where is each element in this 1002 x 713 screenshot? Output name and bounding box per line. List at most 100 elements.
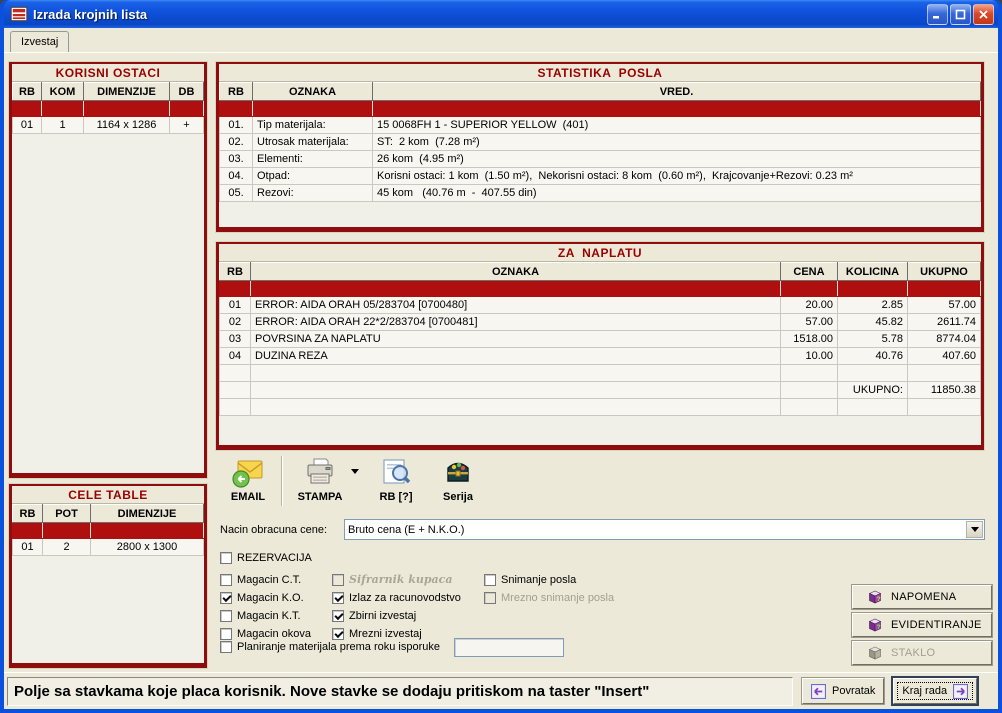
checkbox-box[interactable]: [220, 574, 232, 586]
panel-body-statistika: RBOZNAKAVRED. 01.Tip materijala:15 0068F…: [219, 82, 981, 227]
checkbox-zbirni-izvestaj[interactable]: Zbirni izvestaj: [332, 607, 461, 624]
column-header[interactable]: DIMENZIJE: [91, 505, 204, 523]
column-header[interactable]: UKUPNO: [908, 263, 981, 281]
table-row[interactable]: 04DUZINA REZA10.0040.76407.60: [220, 348, 981, 365]
selected-empty-row[interactable]: [220, 101, 981, 117]
serija-button[interactable]: Serija: [427, 453, 489, 503]
column-header[interactable]: KOM: [42, 83, 84, 101]
column-header[interactable]: DIMENZIJE: [84, 83, 170, 101]
checkbox-box[interactable]: [220, 592, 232, 604]
panel-korisni-ostaci: KORISNI OSTACI RBKOMDIMENZIJEDB 0111164 …: [8, 61, 208, 479]
book-question-icon: ?: [867, 617, 883, 633]
column-header[interactable]: RB: [220, 263, 251, 281]
table-row[interactable]: UKUPNO:11850.38: [220, 382, 981, 399]
evidentiranje-label: EVIDENTIRANJE: [891, 619, 982, 631]
checkbox-box[interactable]: [332, 592, 344, 604]
tab-izvestaj[interactable]: Izvestaj: [10, 31, 69, 52]
table-row[interactable]: 05.Rezovi:45 kom (40.76 m - 407.55 din): [220, 185, 981, 202]
column-header[interactable]: OZNAKA: [253, 83, 373, 101]
checkbox-label: Planiranje materijala prema roku isporuk…: [237, 641, 440, 653]
checkbox-label: Snimanje posla: [501, 574, 576, 586]
korisni-ostaci-table: RBKOMDIMENZIJEDB 0111164 x 1286+: [12, 82, 204, 134]
selected-empty-row[interactable]: [220, 281, 981, 297]
checkbox-magacin-c-t[interactable]: Magacin C.T.: [220, 571, 311, 588]
tab-strip: Izvestaj: [4, 28, 998, 52]
column-header[interactable]: CENA: [781, 263, 838, 281]
table-row[interactable]: [220, 365, 981, 382]
table-header-row: RBOZNAKACENAKOLICINAUKUPNO: [220, 263, 981, 281]
table-row[interactable]: 02.Utrosak materijala:ST: 2 kom (7.28 m²…: [220, 134, 981, 151]
toolbar: EMAIL STAMPA: [217, 453, 489, 513]
titlebar: Izrada krojnih lista: [4, 0, 998, 28]
document-zoom-icon: [379, 455, 413, 489]
checkbox-rezervacija[interactable]: REZERVACIJA: [220, 549, 312, 566]
column-header[interactable]: OZNAKA: [251, 263, 781, 281]
table-row[interactable]: [220, 399, 981, 416]
snimanje-group: Snimanje poslaMrezno snimanje posla: [484, 571, 614, 607]
rb-button[interactable]: RB [?]: [365, 453, 427, 503]
cele-table-table: RBPOTDIMENZIJE 0122800 x 1300: [12, 504, 204, 556]
napomena-button[interactable]: ? NAPOMENA: [852, 585, 992, 609]
book-gray-icon: [867, 645, 883, 661]
column-header[interactable]: RB: [13, 83, 42, 101]
column-header[interactable]: DB: [170, 83, 204, 101]
table-row[interactable]: 03.Elementi:26 kom (4.95 m²): [220, 151, 981, 168]
table-row[interactable]: 01ERROR: AIDA ORAH 05/283704 [0700480]20…: [220, 297, 981, 314]
checkbox-planiranje-materijala-prema-roku-isporuke[interactable]: Planiranje materijala prema roku isporuk…: [220, 639, 440, 656]
checkbox-label: Zbirni izvestaj: [349, 610, 416, 622]
column-header[interactable]: POT: [43, 505, 91, 523]
close-button[interactable]: [973, 4, 994, 25]
email-button[interactable]: EMAIL: [217, 453, 279, 503]
checkbox-box[interactable]: [220, 641, 232, 653]
svg-text:?: ?: [877, 624, 881, 631]
table-row[interactable]: 0111164 x 1286+: [13, 117, 204, 134]
stampa-button[interactable]: STAMPA: [289, 453, 351, 503]
panel-body-za-naplatu: RBOZNAKACENAKOLICINAUKUPNO 01ERROR: AIDA…: [219, 262, 981, 445]
table-row[interactable]: 03POVRSINA ZA NAPLATU1518.005.788774.04: [220, 331, 981, 348]
panel-body-korisni-ostaci: RBKOMDIMENZIJEDB 0111164 x 1286+: [12, 82, 204, 473]
table-row[interactable]: 0122800 x 1300: [13, 539, 204, 556]
za-naplatu-table: RBOZNAKACENAKOLICINAUKUPNO 01ERROR: AIDA…: [219, 262, 981, 416]
kraj-rada-label: Kraj rada: [902, 685, 947, 697]
svg-text:?: ?: [877, 596, 881, 603]
evidentiranje-button[interactable]: ? EVIDENTIRANJE: [852, 613, 992, 637]
selected-empty-row[interactable]: [13, 101, 204, 117]
kraj-rada-button[interactable]: Kraj rada: [893, 678, 977, 704]
staklo-button: STAKLO: [852, 641, 992, 665]
chest-icon: [441, 455, 475, 489]
selected-empty-row[interactable]: [13, 523, 204, 539]
checkbox-magacin-k-o[interactable]: Magacin K.O.: [220, 589, 311, 606]
statistika-table: RBOZNAKAVRED. 01.Tip materijala:15 0068F…: [219, 82, 981, 202]
column-header[interactable]: VRED.: [373, 83, 981, 101]
checkbox-izlaz-za-racunovodstvo[interactable]: Izlaz za racunovodstvo: [332, 589, 461, 606]
checkbox-box[interactable]: [220, 610, 232, 622]
panel-body-cele-table: RBPOTDIMENZIJE 0122800 x 1300: [12, 504, 204, 663]
printer-icon: [303, 455, 337, 489]
table-row[interactable]: 01.Tip materijala:15 0068FH 1 - SUPERIOR…: [220, 117, 981, 134]
checkbox-box[interactable]: [220, 552, 232, 564]
column-header[interactable]: KOLICINA: [838, 263, 908, 281]
app-window: Izrada krojnih lista Izvestaj KORISNI OS…: [0, 0, 1002, 713]
price-mode-combobox[interactable]: Bruto cena (E + N.K.O.): [344, 519, 985, 540]
price-mode-value: Bruto cena (E + N.K.O.): [345, 524, 965, 536]
maximize-button[interactable]: [950, 4, 971, 25]
planiranje-input[interactable]: [454, 638, 564, 657]
checkbox-box[interactable]: [332, 610, 344, 622]
checkbox-snimanje-posla[interactable]: Snimanje posla: [484, 571, 614, 588]
rezervacija-group: REZERVACIJA: [220, 549, 312, 567]
checkbox-magacin-k-t[interactable]: Magacin K.T.: [220, 607, 311, 624]
combobox-dropdown-button[interactable]: [966, 521, 983, 538]
panel-cele-table: CELE TABLE RBPOTDIMENZIJE 0122800 x 1300: [8, 483, 208, 669]
panel-statistika: STATISTIKA POSLA RBOZNAKAVRED. 01.Tip ma…: [215, 61, 985, 233]
minimize-button[interactable]: [927, 4, 948, 25]
povratak-button[interactable]: Povratak: [802, 678, 884, 704]
column-header[interactable]: RB: [13, 505, 43, 523]
stampa-dropdown-arrow[interactable]: [351, 469, 359, 474]
panel-title-za-naplatu: ZA NAPLATU: [219, 244, 981, 262]
email-label: EMAIL: [231, 491, 265, 503]
table-row[interactable]: 02ERROR: AIDA ORAH 22*2/283704 [0700481]…: [220, 314, 981, 331]
table-row[interactable]: 04.Otpad:Korisni ostaci: 1 kom (1.50 m²)…: [220, 168, 981, 185]
column-header[interactable]: RB: [220, 83, 253, 101]
window-title: Izrada krojnih lista: [33, 7, 925, 22]
checkbox-box[interactable]: [484, 574, 496, 586]
